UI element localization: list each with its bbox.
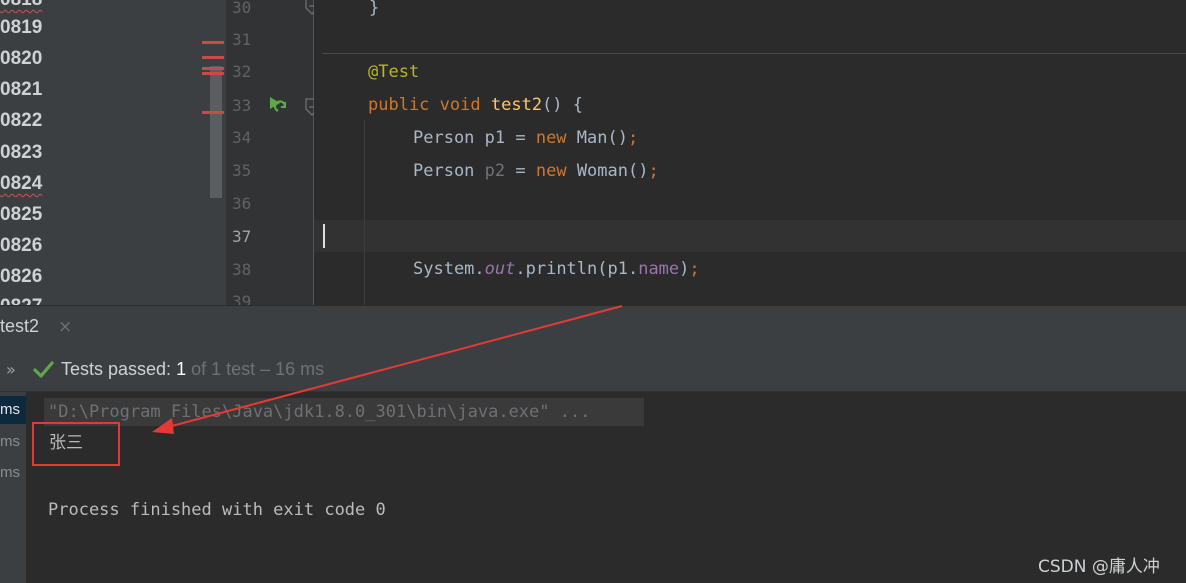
watermark: CSDN @庸人冲 xyxy=(1038,557,1160,577)
annotation-arrow xyxy=(152,305,623,434)
